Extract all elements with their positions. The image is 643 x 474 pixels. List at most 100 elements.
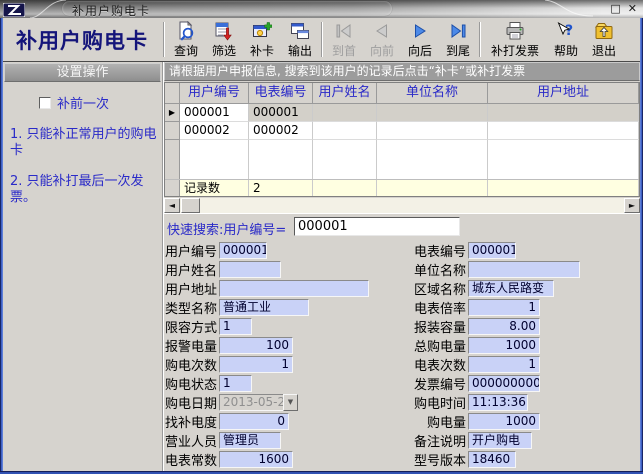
alarm-energy-field[interactable]: 100 [219,337,293,354]
window-frame-left [0,18,3,474]
operator-label: 营业人员 [164,431,217,450]
app-logo-icon [3,2,25,21]
reissue-previous-checkbox-label: 补前一次 [57,93,109,112]
reprint-invoice-button[interactable]: 补打发票 [483,18,547,61]
purchase-date-label: 购电日期 [164,393,217,412]
user-address-label: 用户地址 [164,279,217,298]
purchase-time-label: 购电时间 [396,393,466,412]
remark-label: 备注说明 [396,431,466,450]
column-header-user-name[interactable]: 用户姓名 [313,83,377,104]
quick-search-input[interactable] [294,217,460,236]
content-area: 设置操作 补前一次 1. 只能补正常用户的购电卡 2. 只能补打最后一次发票。 … [3,62,640,471]
remark-field[interactable]: 开户购电 [468,432,532,449]
installed-capacity-label: 报装容量 [396,317,466,336]
user-id-field[interactable]: 000001 [219,242,267,259]
last-record-icon [448,21,468,41]
export-button[interactable]: 输出 [281,18,319,61]
user-id-label: 用户编号 [164,241,217,260]
user-name-field[interactable] [219,261,281,278]
quick-search-bar: 快速搜索:用户编号= [164,213,640,239]
type-name-label: 类型名称 [164,298,217,317]
filter-button[interactable]: 筛选 [205,18,243,61]
unit-name-label: 单位名称 [396,260,466,279]
close-button[interactable]: ✕ [628,1,637,17]
purchase-time-field[interactable]: 11:13:36 [468,394,528,411]
maximize-button[interactable]: □ [610,1,620,17]
toolbar: 补用户购电卡 查询 筛选 补卡 输出 到首 向前 向后 [3,18,640,62]
column-header-unit-name[interactable]: 单位名称 [377,83,488,104]
combo-dropdown-icon[interactable]: ▼ [283,394,298,411]
purchase-energy-label: 购电量 [396,412,466,431]
type-name-field[interactable]: 普通工业 [219,299,309,316]
sidebar-title: 设置操作 [4,63,161,82]
row-indicator-header [165,83,180,104]
scrollbar-thumb[interactable] [181,198,200,213]
title-bar[interactable]: 补用户购电卡 □ ✕ [0,0,643,18]
page-title: 补用户购电卡 [3,18,161,61]
model-version-field[interactable]: 18460 [468,451,516,468]
app-window: 补用户购电卡 □ ✕ 补用户购电卡 查询 筛选 补卡 输出 到首 [0,0,643,474]
user-address-field[interactable] [219,280,369,297]
grid-empty-area [165,140,639,179]
total-energy-field[interactable]: 1000 [468,337,540,354]
alarm-energy-label: 报警电量 [164,336,217,355]
exit-button[interactable]: 退出 [585,18,623,61]
meter-count-field[interactable]: 1 [468,356,540,373]
grid-header-row: 用户编号 电表编号 用户姓名 单位名称 用户地址 [165,83,639,104]
record-count-value: 2 [249,180,313,196]
purchase-count-field[interactable]: 1 [219,356,293,373]
cell-meter-id: 000001 [249,104,313,122]
help-button[interactable]: ? 帮助 [547,18,585,61]
meter-ratio-field[interactable]: 1 [468,299,540,316]
meter-id-field[interactable]: 000001 [468,242,516,259]
last-record-button[interactable]: 到尾 [439,18,477,61]
invoice-number-field[interactable]: 0000000001 [468,375,540,392]
query-button[interactable]: 查询 [167,18,205,61]
meter-count-label: 电表次数 [396,355,466,374]
adjustment-energy-field[interactable]: 0 [219,413,289,430]
unit-name-field[interactable] [468,261,580,278]
reissue-card-button[interactable]: 补卡 [243,18,281,61]
filter-icon [214,21,234,41]
meter-constant-label: 电表常数 [164,450,217,469]
window-title: 补用户购电卡 [72,2,150,19]
next-record-button[interactable]: 向后 [401,18,439,61]
purchase-status-field[interactable]: 1 [219,375,252,392]
horizontal-scrollbar[interactable]: ◄ ► [164,198,640,213]
cell-user-address [488,104,639,122]
printer-icon [505,21,525,41]
table-row[interactable]: 000002 000002 [165,122,639,140]
table-row[interactable]: ▶ 000001 000001 [165,104,639,122]
cell-user-address [488,122,639,140]
invoice-number-label: 发票编号 [396,374,466,393]
column-header-user-id[interactable]: 用户编号 [180,83,249,104]
column-header-meter-id[interactable]: 电表编号 [249,83,313,104]
installed-capacity-field[interactable]: 8.00 [468,318,540,335]
meter-constant-field[interactable]: 1600 [219,451,293,468]
cell-meter-id: 000002 [249,122,313,140]
exit-icon [594,21,614,41]
scroll-left-button[interactable]: ◄ [164,198,180,213]
capacity-limit-mode-field[interactable]: 1 [219,318,252,335]
first-record-button[interactable]: 到首 [325,18,363,61]
region-name-field[interactable]: 城东人民路变 [468,280,554,297]
purchase-energy-field[interactable]: 1000 [468,413,540,430]
adjustment-energy-label: 找补电度 [164,412,217,431]
quick-search-label: 快速搜索:用户编号= [167,219,286,238]
instruction-bar: 请根据用户申报信息, 搜索到该用户的记录后点击“补卡”或补打发票 [164,62,640,81]
cell-user-name [313,104,377,122]
previous-record-button[interactable]: 向前 [363,18,401,61]
help-cursor-icon: ? [556,21,576,41]
cell-user-name [313,122,377,140]
purchase-date-combo[interactable]: 2013-05-25 [219,394,283,411]
record-count-label: 记录数 [180,180,249,196]
titlebar-curve-right [545,0,595,18]
column-header-user-address[interactable]: 用户地址 [488,83,639,104]
cell-unit-name [377,122,488,140]
scroll-right-button[interactable]: ► [624,198,640,213]
records-grid: 用户编号 电表编号 用户姓名 单位名称 用户地址 ▶ 000001 000001 [164,82,640,197]
reissue-previous-checkbox[interactable] [39,97,51,109]
operator-field[interactable]: 管理员 [219,432,281,449]
purchase-status-label: 购电状态 [164,374,217,393]
toolbar-separator [479,22,481,57]
